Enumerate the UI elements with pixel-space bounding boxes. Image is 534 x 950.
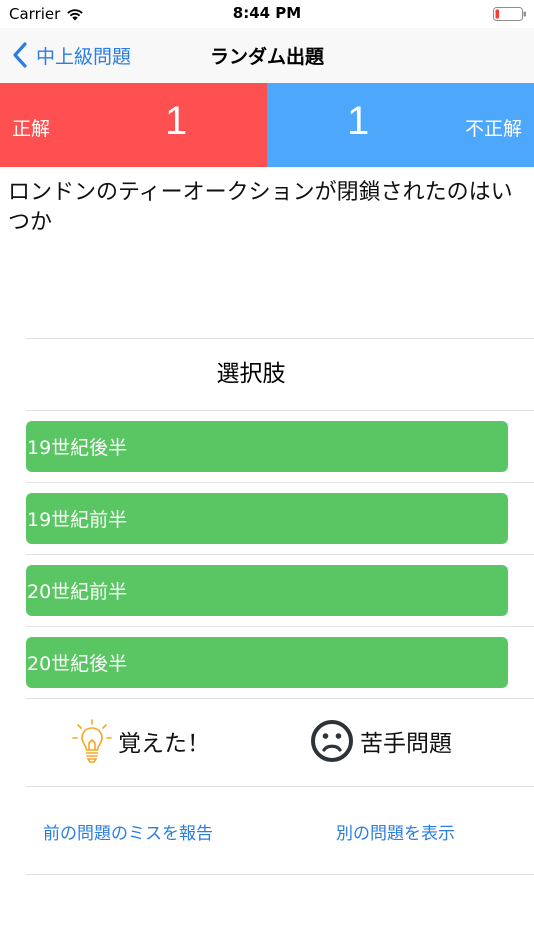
navigation-bar: 中上級問題 ランダム出題 [0, 28, 534, 83]
divider [26, 338, 534, 339]
correct-count: 1 [165, 99, 188, 143]
sad-face-icon [311, 720, 353, 762]
divider [26, 626, 534, 627]
incorrect-score-panel: 1 不正解 [267, 83, 534, 167]
divider [26, 874, 534, 875]
battery-icon [493, 7, 526, 21]
divider [26, 786, 534, 787]
incorrect-count: 1 [347, 99, 370, 143]
lightbulb-icon [72, 719, 112, 763]
divider [26, 410, 534, 411]
choice-button-3[interactable]: 20世紀前半 [26, 565, 508, 616]
page-title: ランダム出題 [209, 46, 324, 68]
correct-score-panel: 正解 1 [0, 83, 267, 167]
status-bar: Carrier 8:44 PM [0, 0, 534, 28]
memorized-button[interactable]: 覚えた！ [72, 718, 210, 764]
choice-button-4[interactable]: 20世紀後半 [26, 637, 508, 688]
difficult-label: 苦手問題 [360, 731, 452, 757]
divider [26, 482, 534, 483]
divider [26, 698, 534, 699]
question-text: ロンドンのティーオークションが閉鎖されたのはいつか [8, 180, 513, 235]
difficult-button[interactable]: 苦手問題 [310, 718, 452, 764]
clock: 8:44 PM [232, 4, 302, 22]
divider [26, 554, 534, 555]
show-another-question-link[interactable]: 別の問題を表示 [336, 819, 455, 844]
incorrect-label: 不正解 [464, 118, 522, 140]
choice-button-1[interactable]: 19世紀後半 [26, 421, 508, 472]
memorized-label: 覚えた！ [118, 731, 210, 757]
score-board: 正解 1 1 不正解 [0, 83, 534, 167]
correct-label: 正解 [12, 118, 51, 140]
choice-button-2[interactable]: 19世紀前半 [26, 493, 508, 544]
report-mistake-link[interactable]: 前の問題のミスを報告 [43, 819, 213, 844]
choices-header: 選択肢 [216, 361, 286, 387]
